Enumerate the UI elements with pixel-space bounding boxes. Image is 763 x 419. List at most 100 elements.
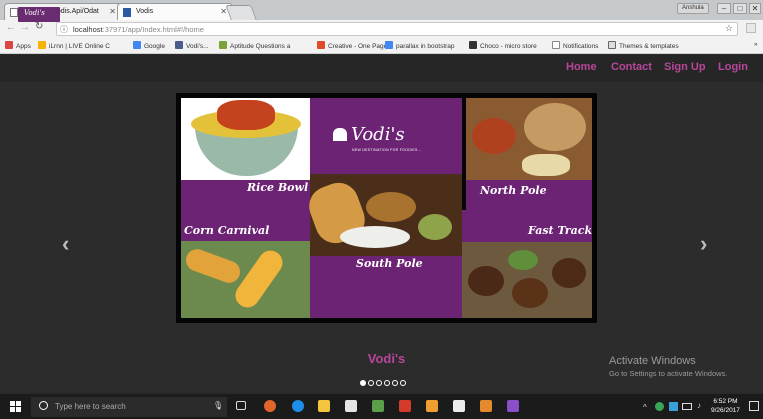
search-icon (39, 401, 48, 410)
windows-start-icon[interactable] (10, 401, 21, 412)
close-window-button[interactable]: ✕ (749, 3, 761, 14)
chicken-shape (217, 100, 275, 130)
store-icon[interactable] (345, 400, 357, 412)
google-icon (385, 41, 393, 49)
network-icon[interactable] (669, 402, 678, 411)
label-corn-carnival: Corn Carnival (184, 224, 270, 237)
minimize-button[interactable]: – (717, 3, 731, 14)
address-path: :37971/app/Index.html#!/home (102, 25, 204, 34)
bookmark-apps[interactable]: Apps (5, 41, 31, 50)
bookmark-ilrnn[interactable]: iLrnn | LIVE Online C (38, 41, 126, 50)
kebab-shape (512, 278, 548, 308)
corn-carnival-photo (181, 241, 310, 318)
chutney-shape (508, 250, 538, 270)
lassi-shape (522, 154, 570, 176)
nav-contact[interactable]: Contact (611, 61, 652, 73)
browser-tab-vodis[interactable]: Vodis ✕ (117, 3, 233, 20)
notifications-icon[interactable] (749, 401, 759, 411)
south-pole-photo (303, 174, 462, 256)
tray-app-icon[interactable] (655, 402, 664, 411)
carousel-dot[interactable] (392, 380, 398, 386)
paratha-shape (524, 103, 586, 151)
chrome-icon[interactable] (264, 400, 276, 412)
bookmarks-bar: Apps iLrnn | LIVE Online C Google Vodi's… (0, 38, 763, 54)
bookmark-icon (317, 41, 325, 49)
brand-logo[interactable]: Vodi's (18, 7, 60, 22)
clock-date: 9/26/2017 (711, 407, 740, 414)
rice-bowl-photo (181, 98, 310, 180)
back-icon[interactable]: ← (6, 22, 16, 33)
vodis-favicon-icon (123, 8, 131, 17)
user-profile-badge[interactable]: Anshula (677, 3, 709, 14)
pdf-reader-icon[interactable] (399, 400, 411, 412)
carousel-slide: Rice Bowl Vodi's NEW DESTINATION FOR FOO… (176, 93, 597, 323)
carousel-prev-arrow-icon[interactable]: ‹ (62, 231, 69, 257)
logo-panel: Vodi's NEW DESTINATION FOR FOODIES... (310, 98, 462, 174)
task-view-icon[interactable] (236, 401, 246, 410)
bookmark-icon (175, 41, 183, 49)
app-icon[interactable] (372, 400, 384, 412)
chutney-shape (418, 214, 452, 240)
kebab-shape (552, 258, 586, 288)
carousel-caption: Vodi's (367, 351, 406, 366)
close-icon[interactable]: ✕ (109, 7, 116, 16)
microphone-icon[interactable]: 🎙 (213, 401, 223, 410)
clock-time: 6:52 PM (713, 398, 738, 405)
info-icon[interactable]: ⓘ (60, 24, 68, 35)
more-bookmarks-icon[interactable]: » (754, 41, 758, 48)
label-north-pole: North Pole (480, 184, 547, 197)
bookmark-icon (219, 41, 227, 49)
page-icon (552, 41, 560, 49)
reload-icon[interactable]: ↻ (35, 21, 43, 32)
bookmark-star-icon[interactable]: ☆ (725, 23, 733, 34)
maximize-button[interactable]: □ (733, 3, 747, 14)
carousel-dot[interactable] (400, 380, 406, 386)
carousel-dot[interactable] (360, 380, 366, 386)
nav-sign-up[interactable]: Sign Up (664, 61, 706, 73)
bookmark-choco[interactable]: Choco - micro store (469, 41, 537, 50)
vlc-icon[interactable] (426, 400, 438, 412)
new-tab-button[interactable] (225, 5, 257, 20)
corn-shape (230, 245, 288, 313)
activate-windows-watermark: Activate Windows Go to Settings to activ… (609, 355, 727, 378)
paint-icon[interactable] (480, 400, 492, 412)
tab-label: Vodis (136, 8, 154, 15)
nav-login[interactable]: Login (718, 61, 748, 73)
tray-chevron-icon[interactable]: ^ (643, 403, 647, 412)
visual-studio-icon[interactable] (507, 400, 519, 412)
bookmark-parallax[interactable]: parallax in bootstrap (385, 41, 465, 50)
extension-icon[interactable] (746, 23, 756, 33)
file-explorer-icon[interactable] (318, 400, 330, 412)
carousel-indicators (360, 373, 408, 386)
page-icon (10, 8, 18, 17)
chef-hat-icon (333, 128, 347, 141)
carousel-next-arrow-icon[interactable]: › (700, 231, 707, 257)
forward-icon[interactable]: → (20, 22, 30, 33)
carousel-dot[interactable] (384, 380, 390, 386)
fast-track-photo (462, 242, 592, 318)
bookmark-vodis[interactable]: Vodi's... (175, 41, 209, 50)
volume-icon[interactable]: ♪ (697, 401, 701, 410)
logo-tagline: NEW DESTINATION FOR FOODIES... (352, 148, 422, 152)
taskbar-search-box[interactable]: Type here to search 🎙 (31, 397, 227, 417)
nav-home[interactable]: Home (566, 61, 597, 73)
taskbar-clock[interactable]: 6:52 PM 9/26/2017 (711, 397, 740, 415)
carousel-dot[interactable] (368, 380, 374, 386)
curry-shape (472, 118, 516, 154)
mail-icon[interactable] (453, 400, 465, 412)
bookmark-notifications[interactable]: Notifications (552, 41, 598, 50)
google-icon (133, 41, 141, 49)
vada-shape (366, 192, 416, 222)
edge-icon[interactable] (292, 400, 304, 412)
camera-icon (608, 41, 616, 49)
logo-title: Vodi's (351, 124, 405, 145)
bookmark-aptitude[interactable]: Aptitude Questions a (219, 41, 307, 50)
bookmark-themes[interactable]: Themes & templates (608, 41, 679, 50)
bookmark-google[interactable]: Google (133, 41, 165, 50)
search-placeholder: Type here to search (55, 402, 126, 411)
battery-icon[interactable] (682, 403, 692, 410)
carousel-dot[interactable] (376, 380, 382, 386)
watermark-title: Activate Windows (609, 355, 696, 367)
address-bar[interactable]: ⓘ localhost:37971/app/Index.html#!/home … (56, 22, 738, 36)
label-fast-track: Fast Track (528, 224, 593, 237)
